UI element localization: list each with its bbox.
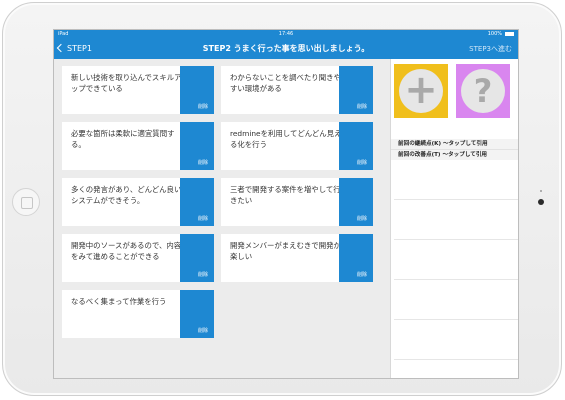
note-text: 開発中のソースがあるので、内容をみて進めることができる <box>71 241 182 261</box>
home-button[interactable] <box>12 188 40 216</box>
delete-label: 削除 <box>197 272 208 278</box>
back-button-label: STEP1 <box>67 44 92 53</box>
note-text: 三者で開発する案件を増やして行きたい <box>230 185 341 205</box>
battery-percent: 100% <box>487 31 502 37</box>
chevron-left-icon <box>56 43 66 53</box>
screen: iPad 17:46 100% STEP1 STEP2 うまく行った事を思い出し… <box>53 29 519 379</box>
delete-label: 削除 <box>197 216 208 222</box>
note-text: 新しい技術を取り込んでスキルアップできている <box>71 73 182 93</box>
note-card[interactable]: なるべく集まって作業を行う 削除 <box>62 290 214 338</box>
delete-label: 削除 <box>197 328 208 334</box>
note-text: 必要な箇所は柔軟に適宜質問する。 <box>71 129 175 149</box>
note-text: なるべく集まって作業を行う <box>71 297 167 306</box>
help-button[interactable]: ? <box>456 64 510 118</box>
question-icon: ? <box>461 69 505 113</box>
plus-icon: + <box>399 69 443 113</box>
light-sensor <box>540 190 542 192</box>
note-card[interactable]: わからないことを調べたり聞きやすい環境がある 削除 <box>221 66 373 114</box>
status-bar: iPad 17:46 100% <box>54 30 518 39</box>
delete-label: 削除 <box>197 104 208 110</box>
navigation-bar: STEP1 STEP2 うまく行った事を思い出しましょう。 STEP3へ進む <box>54 39 518 59</box>
cards-area: 新しい技術を取り込んでスキルアップできている 削除 わからないことを調べたり聞き… <box>54 59 390 378</box>
delete-label: 削除 <box>356 216 367 222</box>
delete-label: 削除 <box>356 272 367 278</box>
previous-items-list: 前回の継続点(K) ～タップして引用 前回の改善点(T) ～タップして引用 <box>391 139 518 160</box>
add-note-button[interactable]: + <box>394 64 448 118</box>
delete-button[interactable]: 削除 <box>339 122 373 170</box>
camera-icon <box>538 199 544 205</box>
next-step-button[interactable]: STEP3へ進む <box>469 39 512 59</box>
note-text: 開発メンバーがまえむきで開発が楽しい <box>230 241 341 261</box>
divider <box>394 199 518 200</box>
page-title: STEP2 うまく行った事を思い出しましょう。 <box>202 44 370 53</box>
note-card[interactable]: 新しい技術を取り込んでスキルアップできている 削除 <box>62 66 214 114</box>
delete-button[interactable]: 削除 <box>180 178 214 226</box>
quote-continue-item[interactable]: 前回の継続点(K) ～タップして引用 <box>391 139 518 149</box>
delete-button[interactable]: 削除 <box>180 66 214 114</box>
delete-label: 削除 <box>356 160 367 166</box>
divider <box>394 239 518 240</box>
divider <box>394 279 518 280</box>
delete-button[interactable]: 削除 <box>339 234 373 282</box>
note-card[interactable]: 多くの発言があり、どんどん良いシステムができそう。 削除 <box>62 178 214 226</box>
note-card[interactable]: 開発メンバーがまえむきで開発が楽しい 削除 <box>221 234 373 282</box>
delete-button[interactable]: 削除 <box>180 122 214 170</box>
back-button[interactable]: STEP1 <box>56 39 92 59</box>
battery-icon <box>505 32 514 36</box>
note-card[interactable]: 三者で開発する案件を増やして行きたい 削除 <box>221 178 373 226</box>
note-text: 多くの発言があり、どんどん良いシステムができそう。 <box>71 185 182 205</box>
ipad-frame: iPad 17:46 100% STEP1 STEP2 うまく行った事を思い出し… <box>2 2 562 396</box>
delete-label: 削除 <box>197 160 208 166</box>
delete-button[interactable]: 削除 <box>339 66 373 114</box>
delete-label: 削除 <box>356 104 367 110</box>
note-card[interactable]: 開発中のソースがあるので、内容をみて進めることができる 削除 <box>62 234 214 282</box>
clock: 17:46 <box>278 31 294 37</box>
quote-improve-item[interactable]: 前回の改善点(T) ～タップして引用 <box>391 149 518 160</box>
sidebar: + ? 前回の継続点(K) ～タップして引用 前回の改善点(T) ～タップして引… <box>390 59 518 378</box>
divider <box>394 319 518 320</box>
note-text: わからないことを調べたり聞きやすい環境がある <box>230 73 341 93</box>
note-text: redmineを利用してどんどん見える化を行う <box>230 129 342 149</box>
delete-button[interactable]: 削除 <box>180 234 214 282</box>
delete-button[interactable]: 削除 <box>180 290 214 338</box>
note-card[interactable]: 必要な箇所は柔軟に適宜質問する。 削除 <box>62 122 214 170</box>
divider <box>394 359 518 360</box>
note-card[interactable]: redmineを利用してどんどん見える化を行う 削除 <box>221 122 373 170</box>
delete-button[interactable]: 削除 <box>339 178 373 226</box>
